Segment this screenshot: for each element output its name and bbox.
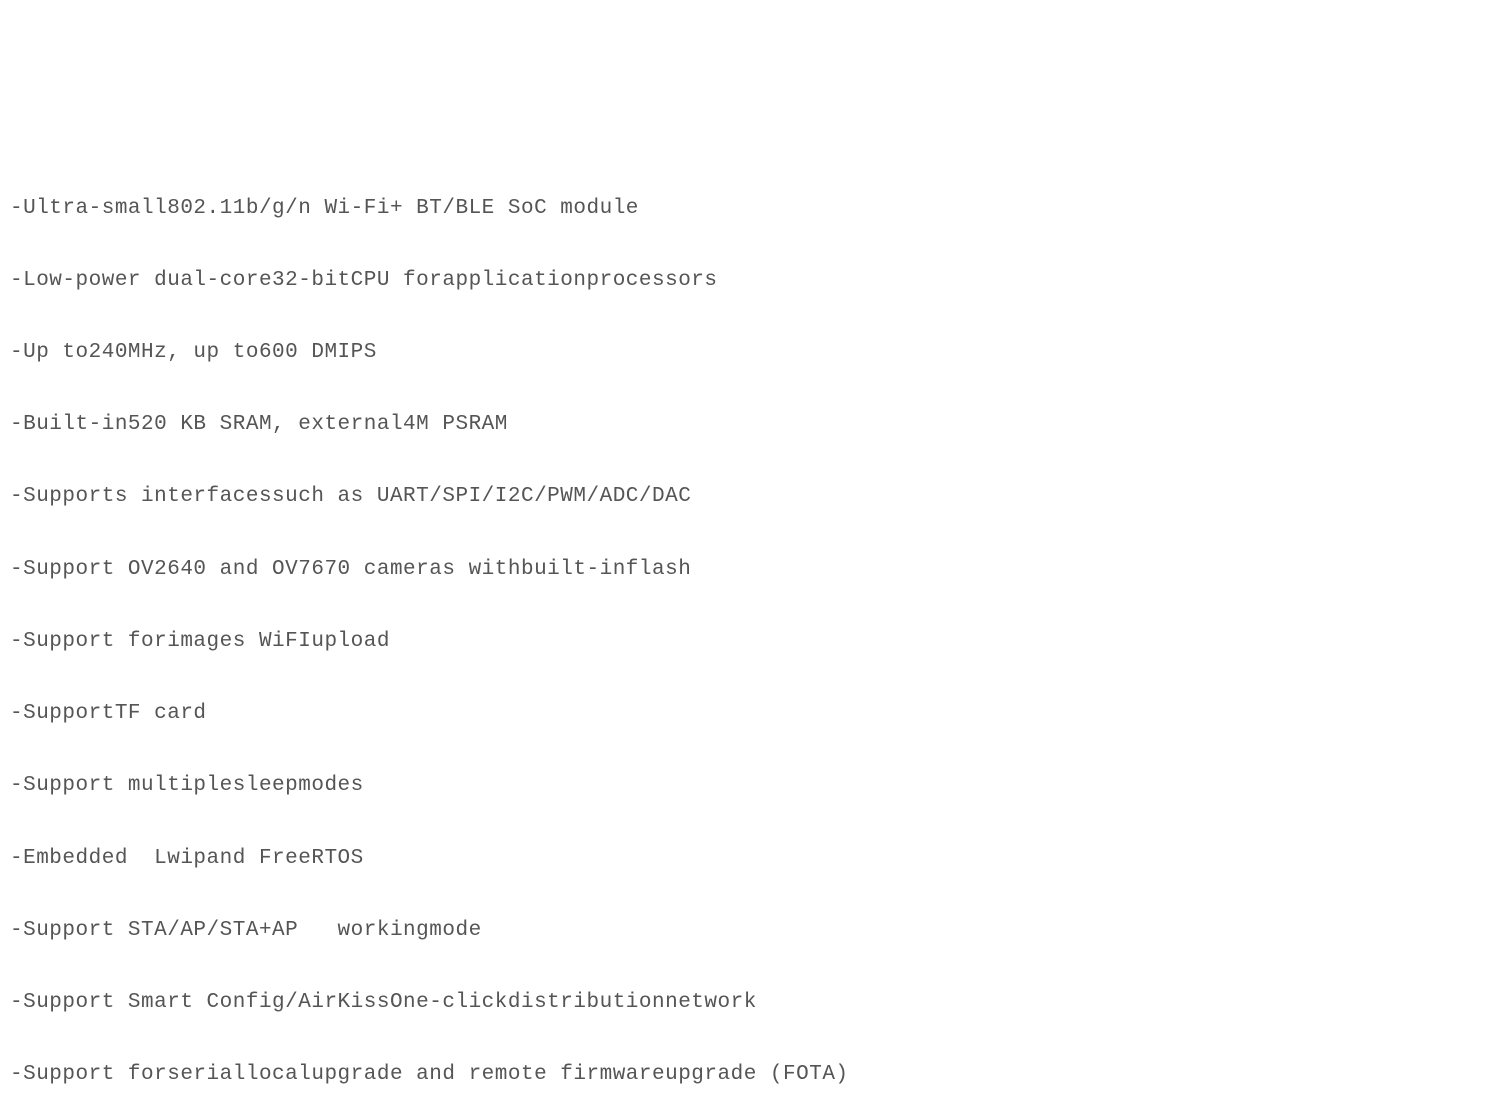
spec-item: -Low-power dual-core32-bitCPU forapplica… (10, 263, 1490, 299)
spec-item: -Ultra-small802.11b/g/n Wi-Fi+ BT/BLE So… (10, 191, 1490, 227)
spec-item: -Built-in520 KB SRAM, external4M PSRAM (10, 407, 1490, 443)
spec-item: -Support multiplesleepmodes (10, 768, 1490, 804)
spec-item: -Support forseriallocalupgrade and remot… (10, 1057, 1490, 1093)
spec-item: -Support OV2640 and OV7670 cameras withb… (10, 552, 1490, 588)
spec-item: -Embedded Lwipand FreeRTOS (10, 841, 1490, 877)
spec-item: -Support STA/AP/STA+AP workingmode (10, 913, 1490, 949)
spec-item: -Support Smart Config/AirKissOne-clickdi… (10, 985, 1490, 1021)
spec-item: -Up to240MHz, up to600 DMIPS (10, 335, 1490, 371)
spec-item: -SupportTF card (10, 696, 1490, 732)
spec-list: -Ultra-small802.11b/g/n Wi-Fi+ BT/BLE So… (10, 154, 1490, 1102)
spec-item: -Support forimages WiFIupload (10, 624, 1490, 660)
spec-item: -Supports interfacessuch as UART/SPI/I2C… (10, 479, 1490, 515)
